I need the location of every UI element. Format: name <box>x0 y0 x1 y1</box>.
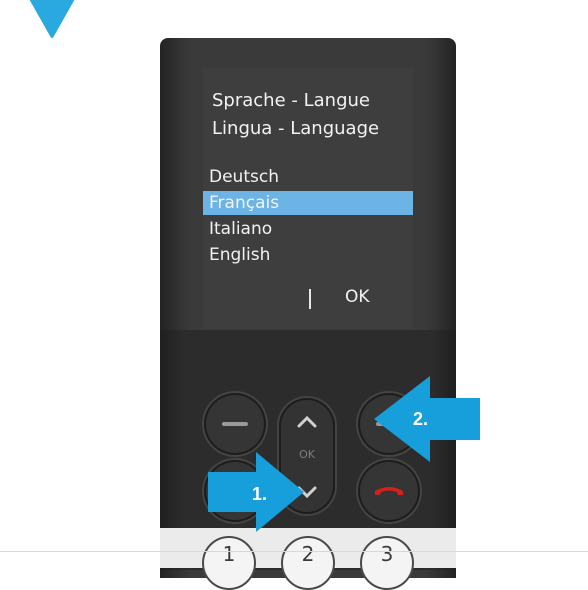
hangup-icon <box>375 487 403 495</box>
language-item-english[interactable]: English <box>203 243 413 267</box>
hangup-button[interactable] <box>358 460 420 522</box>
screen-title-line-2: Lingua - Language <box>212 118 380 139</box>
screen-title-line-1: Sprache - Langue <box>212 90 370 111</box>
key-3[interactable]: 3 <box>360 536 414 590</box>
left-softkey-button[interactable] <box>204 393 266 455</box>
language-item-italiano[interactable]: Italiano <box>203 217 413 241</box>
key-2-label: 2 <box>301 542 315 566</box>
brand-marker-icon <box>29 0 75 38</box>
language-item-francais-selected[interactable]: Français <box>203 191 413 215</box>
baseline-divider <box>0 551 588 552</box>
key-1[interactable]: 1 <box>202 536 256 590</box>
key-1-label: 1 <box>222 542 236 566</box>
softkey-divider <box>309 289 311 309</box>
language-item-deutsch[interactable]: Deutsch <box>203 165 413 189</box>
step-2-label: 2. <box>413 409 429 429</box>
phone-display: Sprache - Langue Lingua - Language Deuts… <box>203 68 413 329</box>
key-2[interactable]: 2 <box>281 536 335 590</box>
nav-up-icon[interactable] <box>279 406 335 436</box>
dash-icon <box>222 422 248 426</box>
step-1-label: 1. <box>252 484 268 504</box>
softkey-ok-label: OK <box>345 287 370 307</box>
key-3-label: 3 <box>380 542 394 566</box>
